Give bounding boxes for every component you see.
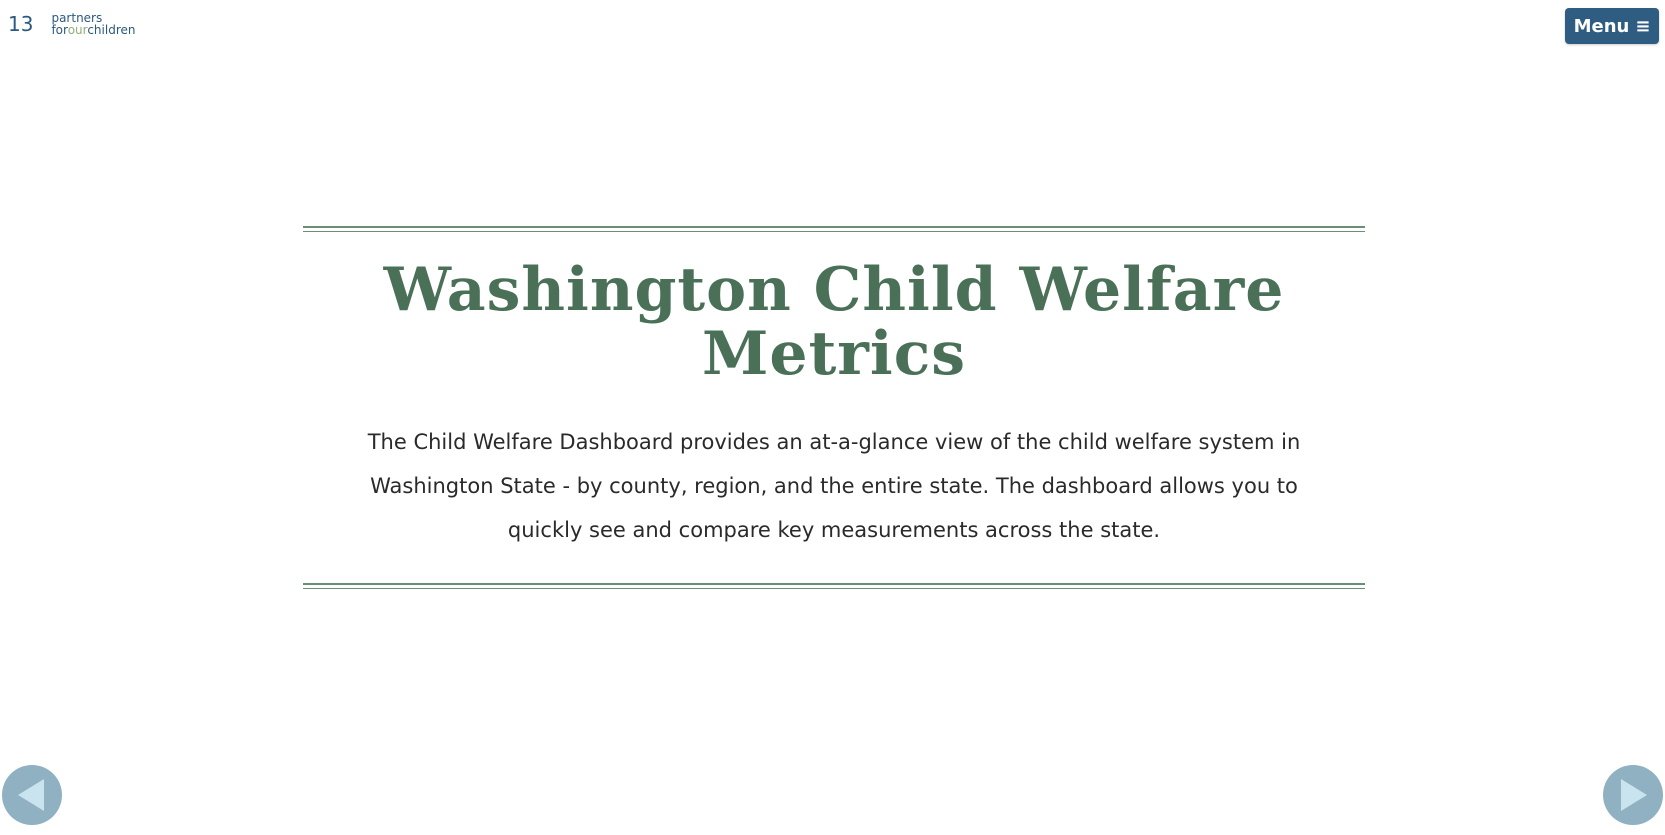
triangle-right-icon bbox=[1621, 779, 1647, 811]
logo-our: our bbox=[67, 23, 88, 37]
menu-button[interactable]: Menu ≡ bbox=[1565, 8, 1659, 44]
top-divider bbox=[303, 226, 1365, 232]
next-slide-button[interactable] bbox=[1603, 765, 1663, 825]
page-description: The Child Welfare Dashboard provides an … bbox=[367, 430, 1301, 542]
bottom-divider bbox=[303, 583, 1365, 589]
page-title: Washington Child Welfare Metrics bbox=[383, 255, 1285, 389]
logo-children: children bbox=[87, 23, 136, 37]
logo-wordmark: partners forourchildren bbox=[51, 10, 135, 36]
previous-slide-button[interactable] bbox=[2, 765, 62, 825]
menu-label: Menu bbox=[1573, 15, 1630, 37]
logo[interactable]: 13 partners forourchildren bbox=[8, 10, 135, 38]
logo-for: for bbox=[51, 23, 68, 37]
hamburger-icon: ≡ bbox=[1635, 15, 1651, 37]
page: 13 partners forourchildren Menu ≡ Washin… bbox=[0, 0, 1665, 835]
slide-number: 13 bbox=[8, 12, 34, 36]
triangle-left-icon bbox=[18, 779, 44, 811]
logo-line-2: forourchildren bbox=[51, 24, 135, 36]
